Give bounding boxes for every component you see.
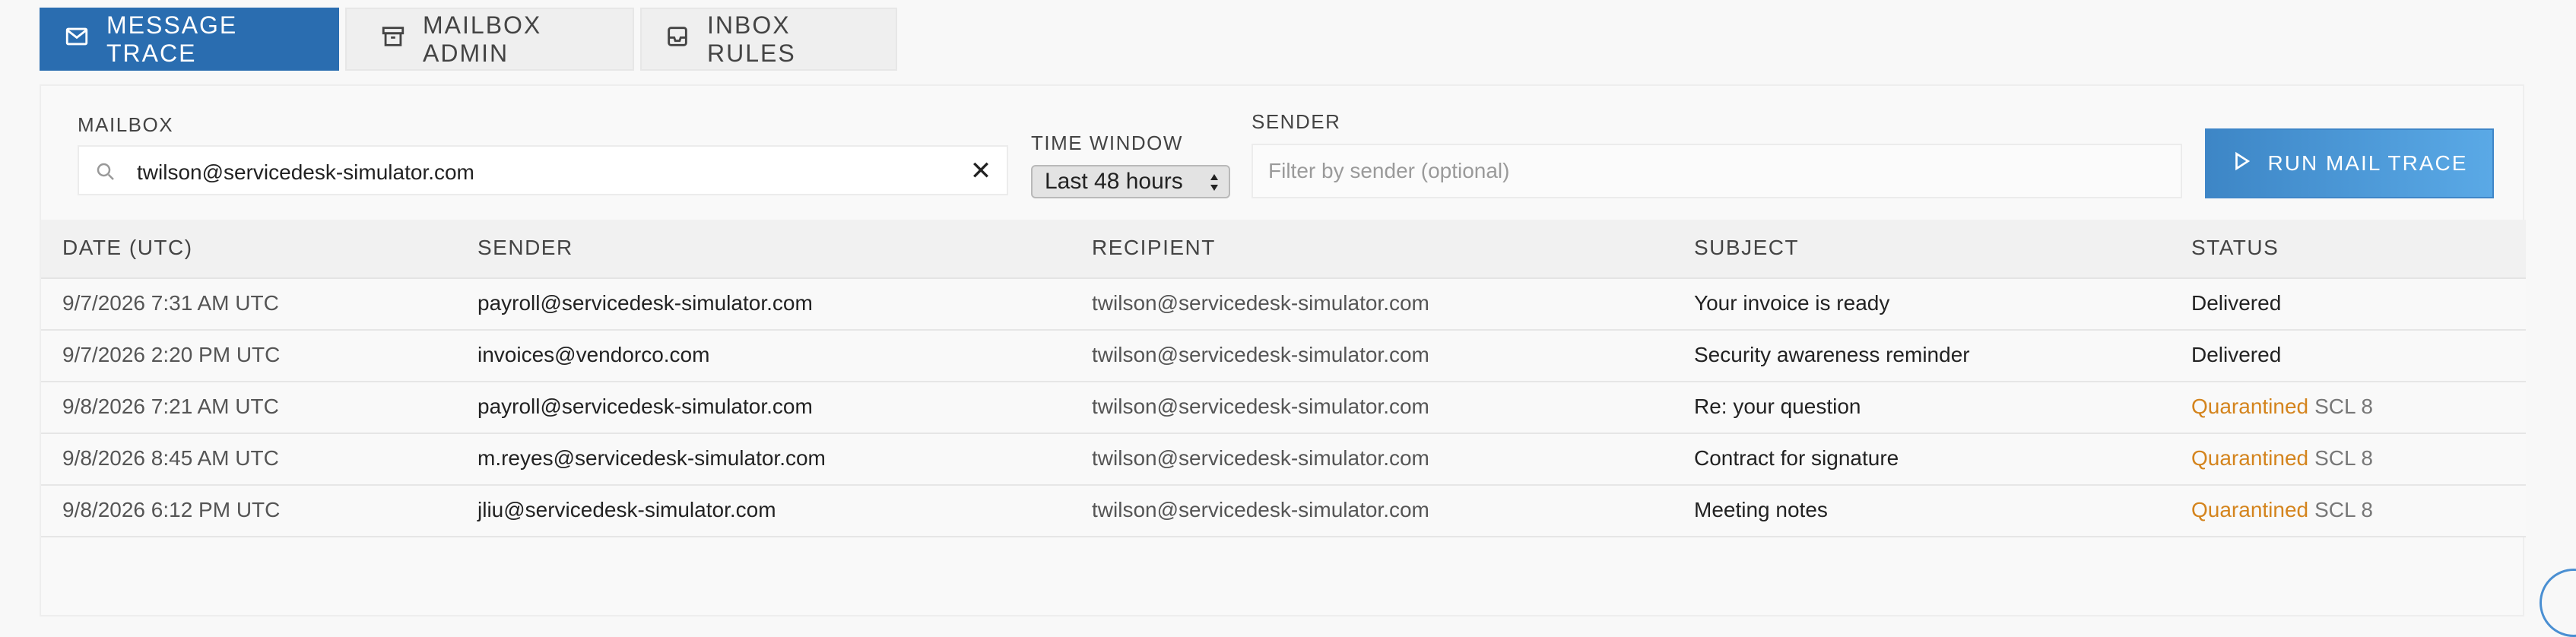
header-date[interactable]: DATE (UTC) [62, 220, 193, 276]
header-subject[interactable]: SUBJECT [1694, 220, 1799, 276]
tab-mailbox-admin[interactable]: MAILBOX ADMIN [345, 8, 634, 71]
tab-bar: MESSAGE TRACE MAILBOX ADMIN INBOX RULES [40, 8, 897, 71]
cell-sender: payroll@servicedesk-simulator.com [477, 291, 813, 315]
cell-status: Quarantined SCL 8 [2191, 434, 2373, 483]
mailbox-value: twilson@servicedesk-simulator.com [137, 160, 474, 184]
cell-recipient: twilson@servicedesk-simulator.com [1092, 446, 1429, 470]
tab-message-trace[interactable]: MESSAGE TRACE [40, 8, 339, 71]
table-row[interactable]: 9/8/2026 6:12 PM UTC jliu@servicedesk-si… [41, 486, 2526, 537]
header-status[interactable]: STATUS [2191, 220, 2279, 276]
cell-subject: Meeting notes [1694, 498, 1828, 521]
run-mail-trace-button[interactable]: RUN MAIL TRACE [2205, 128, 2494, 198]
select-arrows-icon [1209, 170, 1220, 195]
scl-badge: SCL 8 [2314, 446, 2373, 470]
cell-date: 9/8/2026 6:12 PM UTC [62, 498, 281, 521]
message-trace-panel: MAILBOX twilson@servicedesk-simulator.co… [40, 84, 2526, 616]
cell-recipient: twilson@servicedesk-simulator.com [1092, 291, 1429, 315]
status-quarantined: Quarantined [2191, 395, 2309, 418]
cell-recipient: twilson@servicedesk-simulator.com [1092, 395, 1429, 418]
envelope-icon [64, 24, 90, 55]
time-window-label: TIME WINDOW [1031, 132, 1183, 154]
sender-label: SENDER [1252, 110, 1341, 133]
mailbox-label: MAILBOX [78, 113, 174, 136]
scl-badge: SCL 8 [2314, 498, 2373, 521]
status-quarantined: Quarantined [2191, 498, 2309, 521]
status-quarantined: Quarantined [2191, 446, 2309, 470]
table-row[interactable]: 9/7/2026 7:31 AM UTC payroll@servicedesk… [41, 279, 2526, 331]
cell-date: 9/7/2026 2:20 PM UTC [62, 343, 281, 366]
time-window-select[interactable]: Last 48 hours [1031, 165, 1230, 198]
header-sender[interactable]: SENDER [477, 220, 573, 276]
header-recipient[interactable]: RECIPIENT [1092, 220, 1216, 276]
cell-subject: Your invoice is ready [1694, 291, 1890, 315]
inbox-icon [665, 24, 690, 55]
tab-inbox-rules[interactable]: INBOX RULES [640, 8, 897, 71]
clear-icon[interactable]: ✕ [966, 154, 996, 188]
cell-status: Quarantined SCL 8 [2191, 486, 2373, 534]
tab-label: INBOX RULES [707, 11, 796, 67]
cell-sender: invoices@vendorco.com [477, 343, 710, 366]
cell-date: 9/8/2026 7:21 AM UTC [62, 395, 279, 418]
cell-date: 9/7/2026 7:31 AM UTC [62, 291, 279, 315]
table-header: DATE (UTC) SENDER RECIPIENT SUBJECT STAT… [41, 220, 2526, 279]
table-row[interactable]: 9/7/2026 2:20 PM UTC invoices@vendorco.c… [41, 331, 2526, 382]
tab-label: MESSAGE TRACE [106, 11, 238, 67]
table-row[interactable]: 9/8/2026 7:21 AM UTC payroll@servicedesk… [41, 382, 2526, 434]
scl-badge: SCL 8 [2314, 395, 2373, 418]
cell-date: 9/8/2026 8:45 AM UTC [62, 446, 279, 470]
mailbox-search-input[interactable]: twilson@servicedesk-simulator.com ✕ [78, 145, 1008, 195]
time-window-value: Last 48 hours [1045, 169, 1183, 194]
status-text: Delivered [2191, 343, 2282, 366]
status-text: Delivered [2191, 291, 2282, 315]
table-row[interactable]: 9/8/2026 8:45 AM UTC m.reyes@servicedesk… [41, 434, 2526, 486]
tab-label: MAILBOX ADMIN [423, 11, 542, 67]
cell-recipient: twilson@servicedesk-simulator.com [1092, 498, 1429, 521]
cell-status: Quarantined SCL 8 [2191, 382, 2373, 431]
cell-sender: jliu@servicedesk-simulator.com [477, 498, 776, 521]
cell-sender: m.reyes@servicedesk-simulator.com [477, 446, 826, 470]
search-icon [94, 160, 117, 183]
cell-sender: payroll@servicedesk-simulator.com [477, 395, 813, 418]
cell-subject: Contract for signature [1694, 446, 1899, 470]
help-bubble-button[interactable] [2540, 569, 2576, 637]
cell-subject: Re: your question [1694, 395, 1861, 418]
sender-filter-input[interactable]: Filter by sender (optional) [1252, 144, 2182, 198]
cell-subject: Security awareness reminder [1694, 343, 1970, 366]
archive-box-icon [380, 24, 406, 55]
cell-status: Delivered [2191, 331, 2281, 379]
play-icon [2232, 151, 2251, 176]
run-button-label: RUN MAIL TRACE [2267, 151, 2468, 175]
cell-status: Delivered [2191, 279, 2281, 328]
trace-results-table: DATE (UTC) SENDER RECIPIENT SUBJECT STAT… [41, 220, 2526, 537]
cell-recipient: twilson@servicedesk-simulator.com [1092, 343, 1429, 366]
